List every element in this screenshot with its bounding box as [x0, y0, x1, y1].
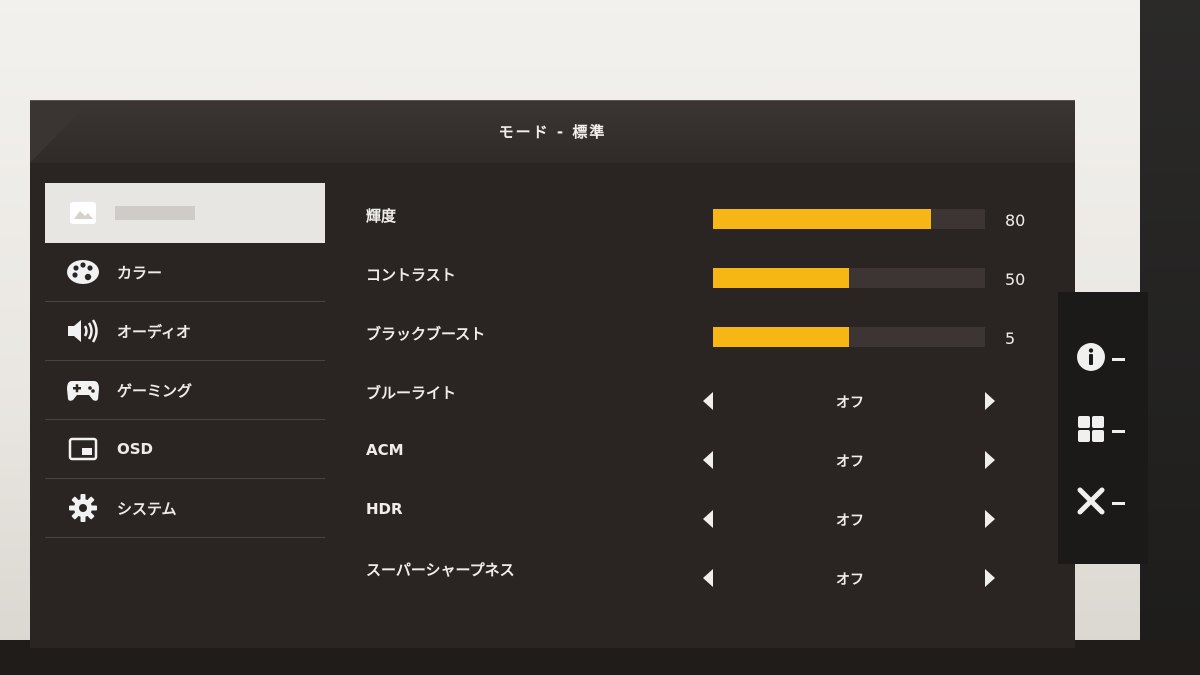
osd-header: モード - 標準	[30, 101, 1075, 163]
osd-window-icon	[65, 434, 101, 464]
setting-value: 5	[1005, 329, 1016, 348]
arrow-left-icon[interactable]	[703, 451, 713, 469]
settings-panel: 輝度 80 コントラスト 50 ブラックブースト 5 ブルーライト オフ ACM…	[360, 191, 1060, 604]
close-icon	[1076, 486, 1106, 520]
sidebar-active-label-bar	[115, 206, 195, 220]
sidebar-item-label: オーディオ	[117, 322, 191, 341]
sidebar-item-osd[interactable]: OSD	[45, 420, 325, 479]
setting-blue-light[interactable]: ブルーライト オフ	[360, 368, 1060, 427]
background-frame	[1140, 0, 1200, 675]
gear-icon	[65, 493, 101, 523]
slider-fill	[713, 268, 849, 288]
info-icon	[1076, 342, 1106, 376]
setting-label: コントラスト	[366, 266, 456, 284]
sidebar-item-label: ゲーミング	[117, 381, 193, 400]
arrow-right-icon[interactable]	[985, 569, 995, 587]
key-close[interactable]	[1076, 486, 1125, 520]
osd-menu: モード - 標準 カラー オーディオ ゲーミング OSD システム 輝度 80 …	[30, 100, 1075, 648]
grid-icon	[1076, 414, 1106, 448]
header-title: モード - 標準	[498, 123, 607, 141]
key-menu[interactable]	[1076, 414, 1125, 448]
arrow-right-icon[interactable]	[985, 451, 995, 469]
sidebar-item-picture[interactable]	[45, 183, 325, 243]
setting-option-value: オフ	[836, 572, 864, 588]
palette-icon	[65, 257, 101, 287]
arrow-left-icon[interactable]	[703, 569, 713, 587]
sidebar-item-system[interactable]: システム	[45, 479, 325, 538]
setting-label: スーパーシャープネス	[366, 561, 515, 579]
setting-label: HDR	[366, 500, 403, 518]
setting-label: 輝度	[366, 207, 397, 225]
contrast-slider[interactable]	[713, 268, 985, 288]
sidebar-item-color[interactable]: カラー	[45, 243, 325, 302]
key-dash	[1112, 429, 1125, 433]
setting-value: 50	[1005, 270, 1026, 289]
setting-value: 80	[1005, 211, 1026, 230]
speaker-icon	[65, 316, 101, 346]
setting-brightness[interactable]: 輝度 80	[360, 191, 1060, 250]
setting-hdr[interactable]: HDR オフ	[360, 486, 1060, 545]
sidebar-item-audio[interactable]: オーディオ	[45, 302, 325, 361]
picture-icon	[65, 198, 101, 228]
setting-option-value: オフ	[836, 513, 864, 529]
setting-acm[interactable]: ACM オフ	[360, 427, 1060, 486]
arrow-right-icon[interactable]	[985, 510, 995, 528]
setting-label: ACM	[366, 441, 404, 459]
black-boost-slider[interactable]	[713, 327, 985, 347]
setting-option-value: オフ	[836, 395, 864, 411]
setting-label: ブラックブースト	[366, 325, 486, 343]
sidebar-item-gaming[interactable]: ゲーミング	[45, 361, 325, 420]
brightness-slider[interactable]	[713, 209, 985, 229]
arrow-left-icon[interactable]	[703, 510, 713, 528]
key-info[interactable]	[1076, 342, 1125, 376]
sidebar-item-label: カラー	[117, 263, 163, 282]
gamepad-icon	[65, 375, 101, 405]
arrow-left-icon[interactable]	[703, 392, 713, 410]
slider-fill	[713, 209, 931, 229]
key-dash	[1112, 357, 1125, 361]
arrow-right-icon[interactable]	[985, 392, 995, 410]
slider-fill	[713, 327, 849, 347]
setting-black-boost[interactable]: ブラックブースト 5	[360, 309, 1060, 368]
sidebar-item-label: システム	[117, 499, 177, 518]
setting-option-value: オフ	[836, 454, 864, 470]
key-hint-panel	[1058, 292, 1148, 564]
key-dash	[1112, 501, 1125, 505]
sidebar-item-label: OSD	[117, 440, 154, 458]
sidebar: カラー オーディオ ゲーミング OSD システム	[45, 183, 325, 538]
setting-contrast[interactable]: コントラスト 50	[360, 250, 1060, 309]
setting-label: ブルーライト	[366, 384, 457, 402]
setting-super-sharpness[interactable]: スーパーシャープネス オフ	[360, 545, 1060, 604]
